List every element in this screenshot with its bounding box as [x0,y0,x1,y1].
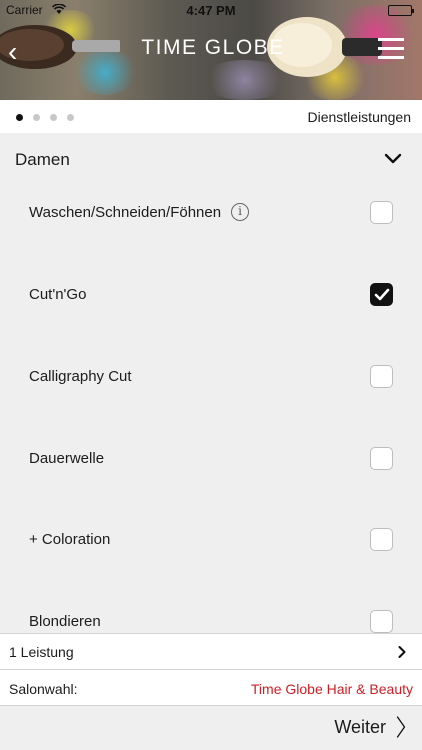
chevron-right-icon [396,716,406,738]
service-row[interactable]: Waschen/Schneiden/Föhnen i [0,193,422,233]
service-row[interactable]: Cut'n'Go [0,275,422,315]
service-checkbox[interactable] [370,528,393,551]
service-checkbox[interactable] [370,201,393,224]
category-label: Damen [15,150,70,169]
service-label: Dauerwelle [29,450,105,467]
step-indicator-bar: Dienstleistungen [0,100,422,133]
selected-count-label: 1 Leistung [9,644,74,660]
salon-value: Time Globe Hair & Beauty [250,681,413,697]
category-header-damen[interactable]: Damen [0,133,422,187]
header-banner: Carrier 4:47 PM ‹ TIME GLOBE [0,0,422,100]
footer-bar: Weiter [0,705,422,750]
next-button-label: Weiter [334,716,386,737]
service-row[interactable]: Dauerwelle [0,439,422,479]
chevron-right-icon [398,646,406,658]
service-label: Waschen/Schneiden/Föhnen [29,204,222,221]
status-bar: Carrier 4:47 PM [0,0,422,20]
service-label: Blondieren [29,613,101,630]
service-checkbox[interactable] [370,447,393,470]
service-checkbox[interactable] [370,365,393,388]
battery-icon [388,5,414,16]
page-dots [16,114,74,121]
brand-logo: TIME GLOBE [141,36,285,59]
chevron-down-icon [384,153,402,164]
page-dot [67,114,74,121]
page-dot [33,114,40,121]
service-checkbox[interactable] [370,283,393,306]
selected-services-row[interactable]: 1 Leistung [0,633,422,669]
next-button[interactable]: Weiter [334,716,406,738]
checkmark-icon [374,288,390,301]
page-dot [50,114,57,121]
service-checkbox[interactable] [370,610,393,633]
service-label: Cut'n'Go [29,286,87,303]
info-icon[interactable]: i [231,203,249,221]
service-label: + Coloration [29,531,111,548]
salon-selection-row[interactable]: Salonwahl: Time Globe Hair & Beauty [0,669,422,705]
hamburger-menu-icon[interactable] [378,38,404,60]
service-row[interactable]: Calligraphy Cut [0,357,422,397]
service-row[interactable]: + Coloration [0,520,422,560]
clock: 4:47 PM [186,3,236,18]
page-dot [16,114,23,121]
service-label: Calligraphy Cut [29,368,132,385]
salon-label: Salonwahl: [9,681,78,697]
section-title: Dienstleistungen [307,109,411,125]
